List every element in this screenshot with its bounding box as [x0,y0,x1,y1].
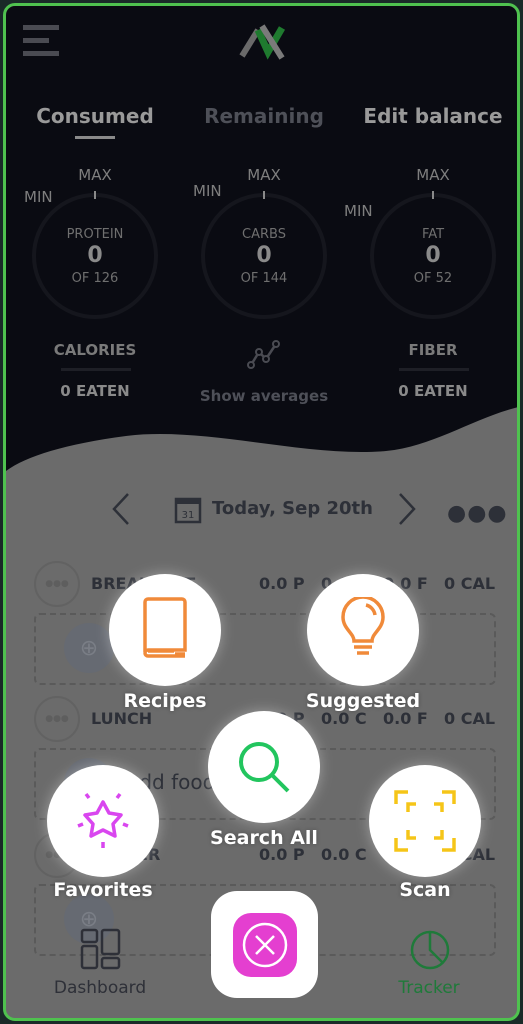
close-icon [242,922,287,967]
scan-label: Scan [399,879,451,901]
min-label: MIN [24,188,53,206]
nav-dashboard[interactable]: Dashboard [54,978,146,998]
max-label: MAX [416,166,450,184]
tab-consumed[interactable]: Consumed [36,104,154,128]
gauge-target: OF 126 [71,271,119,286]
date-label[interactable]: Today, Sep 20th [212,498,373,519]
fiber-label: FIBER [408,341,458,359]
max-tick [263,191,265,199]
meal-options-button[interactable]: ●●● [34,696,80,742]
recipes-label: Recipes [123,690,207,712]
dashboard-icon[interactable] [80,928,122,970]
max-label: MAX [247,166,281,184]
min-label: MIN [344,202,373,220]
tab-remaining[interactable]: Remaining [204,104,324,128]
tab-edit-balance[interactable]: Edit balance [363,104,502,128]
max-tick [432,191,434,199]
next-day-button[interactable] [396,492,418,526]
nav-tracker[interactable]: Tracker [398,978,459,998]
favorites-label: Favorites [53,879,153,901]
gauge-value: 0 [87,243,103,268]
pie-chart-icon[interactable] [409,928,451,970]
scan-button[interactable] [369,765,481,877]
calendar-icon: 31 [174,497,202,524]
scan-icon [394,790,456,852]
tab-active-indicator [75,136,115,139]
fiber-value: 0 EATEN [398,382,468,400]
screen: Consumed Remaining Edit balance MAX MIN … [3,3,520,1021]
show-averages-button[interactable]: Show averages [200,387,328,405]
gauge-value: 0 [425,243,441,268]
suggested-label: Suggested [305,690,421,712]
search-all-label: Search All [210,827,318,849]
close-menu-button[interactable] [211,891,318,998]
add-food-area[interactable]: ⊕ [34,613,496,685]
fiber-bar [399,368,469,371]
add-food-icon[interactable]: ⊕ [64,623,114,673]
search-all-button[interactable] [208,711,320,823]
meal-protein: 0.0 P [259,574,305,593]
calories-bar [61,368,131,371]
calories-value: 0 EATEN [60,382,130,400]
lightbulb-icon [341,597,385,655]
meal-calories: 0 CAL [444,574,496,593]
menu-icon[interactable] [23,25,59,57]
svg-text:31: 31 [182,510,195,521]
min-label: MIN [193,182,222,200]
gauge-name: PROTEIN [66,227,124,242]
meal-calories: 0 CAL [444,709,496,728]
gauge-value: 0 [256,243,272,268]
gauge-target: OF 144 [240,271,288,286]
more-options-button[interactable]: ●●● [447,501,508,526]
meal-options-button[interactable]: ●●● [34,561,80,607]
max-tick [94,191,96,199]
gauge-target: OF 52 [413,271,453,286]
star-icon [77,792,129,848]
max-label: MAX [78,166,112,184]
gauge-name: CARBS [242,227,286,242]
prev-day-button[interactable] [110,492,132,526]
book-icon [143,597,187,658]
calories-label: CALORIES [53,341,137,359]
favorites-button[interactable] [47,765,159,877]
line-chart-icon[interactable] [246,338,282,370]
recipes-button[interactable] [109,574,221,686]
app-logo [239,24,286,60]
search-icon [239,742,290,793]
gauge-name: FAT [421,227,445,242]
meal-carbs: 0.0 C [321,845,367,864]
suggested-button[interactable] [307,574,419,686]
